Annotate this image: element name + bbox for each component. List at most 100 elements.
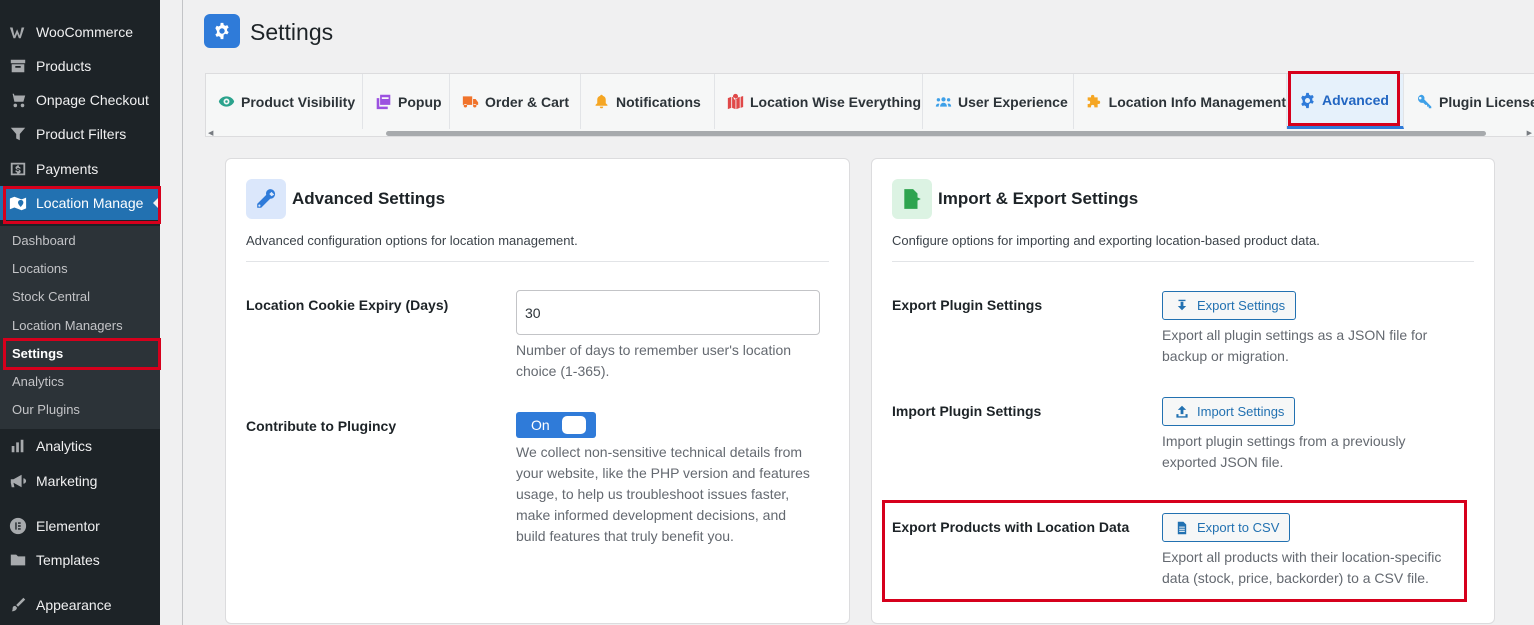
cookie-expiry-input[interactable] [516,290,820,335]
chart-bar-icon [0,437,36,455]
tab-label: Popup [398,93,442,110]
folder-icon [0,551,36,569]
tools-icon [246,179,286,219]
cookie-expiry-help-2: choice (1-365). [516,363,610,379]
gear-icon [204,14,240,48]
paintbrush-icon [0,596,36,614]
menu-product-filters[interactable]: Product Filters [0,117,160,151]
export-products-help-2: data (stock, price, backorder) to a CSV … [1162,570,1429,586]
location-manage-submenu: Dashboard Locations Stock Central Locati… [0,226,160,429]
contribute-help-2: your website, like the PHP version and f… [516,465,810,481]
submenu-settings[interactable]: Settings [12,346,63,361]
card-description: Configure options for importing and expo… [892,233,1320,248]
divider [892,261,1474,262]
tab-advanced[interactable]: Advanced [1287,74,1404,129]
menu-marketing[interactable]: Marketing [0,464,160,498]
key-icon [1417,94,1432,109]
import-settings-label: Import Plugin Settings [892,403,1042,419]
tab-user-experience[interactable]: User Experience [923,74,1074,129]
contribute-toggle[interactable]: On [516,412,596,438]
contribute-label: Contribute to Plugincy [246,418,397,434]
menu-label: Analytics [36,438,93,454]
menu-label: Marketing [36,473,98,489]
tab-label: Location Wise Everything [750,93,922,110]
menu-label: Products [36,58,92,74]
submenu-analytics[interactable]: Analytics [12,374,64,389]
contribute-help-4: make informed development decisions, and [516,507,787,523]
tab-location-wise-everything[interactable]: Location Wise Everything [715,74,923,129]
toggle-knob [562,416,586,434]
menu-location-manage[interactable]: Location Manage [0,186,160,220]
advanced-settings-card: Advanced Settings Advanced configuration… [225,158,850,624]
import-export-card: Import & Export Settings Configure optio… [871,158,1495,624]
tab-label: Location Info Management [1108,93,1286,110]
gear-icon [1301,92,1314,108]
menu-elementor[interactable]: Elementor [0,509,160,543]
submenu-locations[interactable]: Locations [12,261,68,276]
file-export-icon [892,179,932,219]
menu-onpage-checkout[interactable]: Onpage Checkout [0,83,160,117]
menu-analytics[interactable]: Analytics [0,429,160,463]
menu-label: Product Filters [36,126,127,142]
bell-icon [595,94,608,109]
menu-label: Elementor [36,518,100,534]
page-title: Settings [250,19,334,45]
export-settings-help-2: backup or migration. [1162,348,1289,364]
divider [246,261,829,262]
tab-label: Advanced [1322,92,1389,108]
tab-order-cart[interactable]: Order & Cart [450,74,581,129]
active-menu-arrow [153,196,160,210]
tabs-scroll-thumb[interactable] [386,131,1486,136]
export-settings-label: Export Plugin Settings [892,297,1043,313]
tab-popup[interactable]: Popup [363,74,450,129]
submenu-stock-central[interactable]: Stock Central [12,289,90,304]
tab-notifications[interactable]: Notifications [581,74,715,129]
tab-location-info-management[interactable]: Location Info Management [1074,74,1287,129]
tabs-scrollbar[interactable]: ◀ ▶ [206,129,1534,136]
export-settings-help-1: Export all plugin settings as a JSON fil… [1162,327,1428,343]
menu-payments[interactable]: Payments [0,152,160,186]
submenu-our-plugins[interactable]: Our Plugins [12,402,80,417]
file-csv-icon [1177,521,1187,534]
contribute-help-3: usage, to help us troubleshoot issues fa… [516,486,790,502]
archive-icon [0,57,36,75]
map-marked-icon [727,93,744,110]
card-title: Import & Export Settings [938,189,1139,208]
puzzle-icon [1087,94,1101,108]
menu-appearance[interactable]: Appearance [0,588,160,622]
submenu-dashboard[interactable]: Dashboard [12,233,76,248]
scroll-left-arrow-icon[interactable]: ◀ [208,129,213,136]
menu-products[interactable]: Products [0,49,160,83]
toggle-label: On [531,417,550,433]
button-label: Import Settings [1197,404,1285,419]
button-label: Export to CSV [1197,520,1280,535]
tab-label: Order & Cart [485,93,570,110]
admin-sidebar: WooCommerce Products Onpage Checkout Pro… [0,0,161,625]
elementor-icon [0,517,36,535]
scroll-right-arrow-icon[interactable]: ▶ [1527,129,1532,136]
menu-label: Templates [36,552,100,568]
export-to-csv-button[interactable]: Export to CSV [1162,513,1291,542]
tab-label: Notifications [616,93,701,110]
tab-label: User Experience [958,93,1068,110]
map-icon [0,194,36,212]
filter-icon [0,125,36,143]
menu-templates[interactable]: Templates [0,543,160,577]
tab-plugin-license[interactable]: Plugin License [1404,74,1534,129]
contribute-help-1: We collect non-sensitive technical detai… [516,444,803,460]
cookie-expiry-help-1: Number of days to remember user's locati… [516,342,792,358]
settings-tabs: Product Visibility Popup Order & Cart No… [205,73,1534,137]
export-settings-button[interactable]: Export Settings [1162,291,1297,320]
card-description: Advanced configuration options for locat… [246,233,578,248]
upload-icon [1176,405,1188,418]
download-icon [1177,299,1187,310]
tab-product-visibility[interactable]: Product Visibility [206,74,363,129]
content-divider [182,0,183,625]
import-settings-button[interactable]: Import Settings [1162,397,1296,426]
cart-icon [0,91,36,109]
menu-label: Payments [36,161,99,177]
menu-woocommerce[interactable]: WooCommerce [0,15,160,49]
submenu-location-managers[interactable]: Location Managers [12,318,123,333]
eye-icon [218,96,235,107]
button-label: Export Settings [1197,298,1286,313]
